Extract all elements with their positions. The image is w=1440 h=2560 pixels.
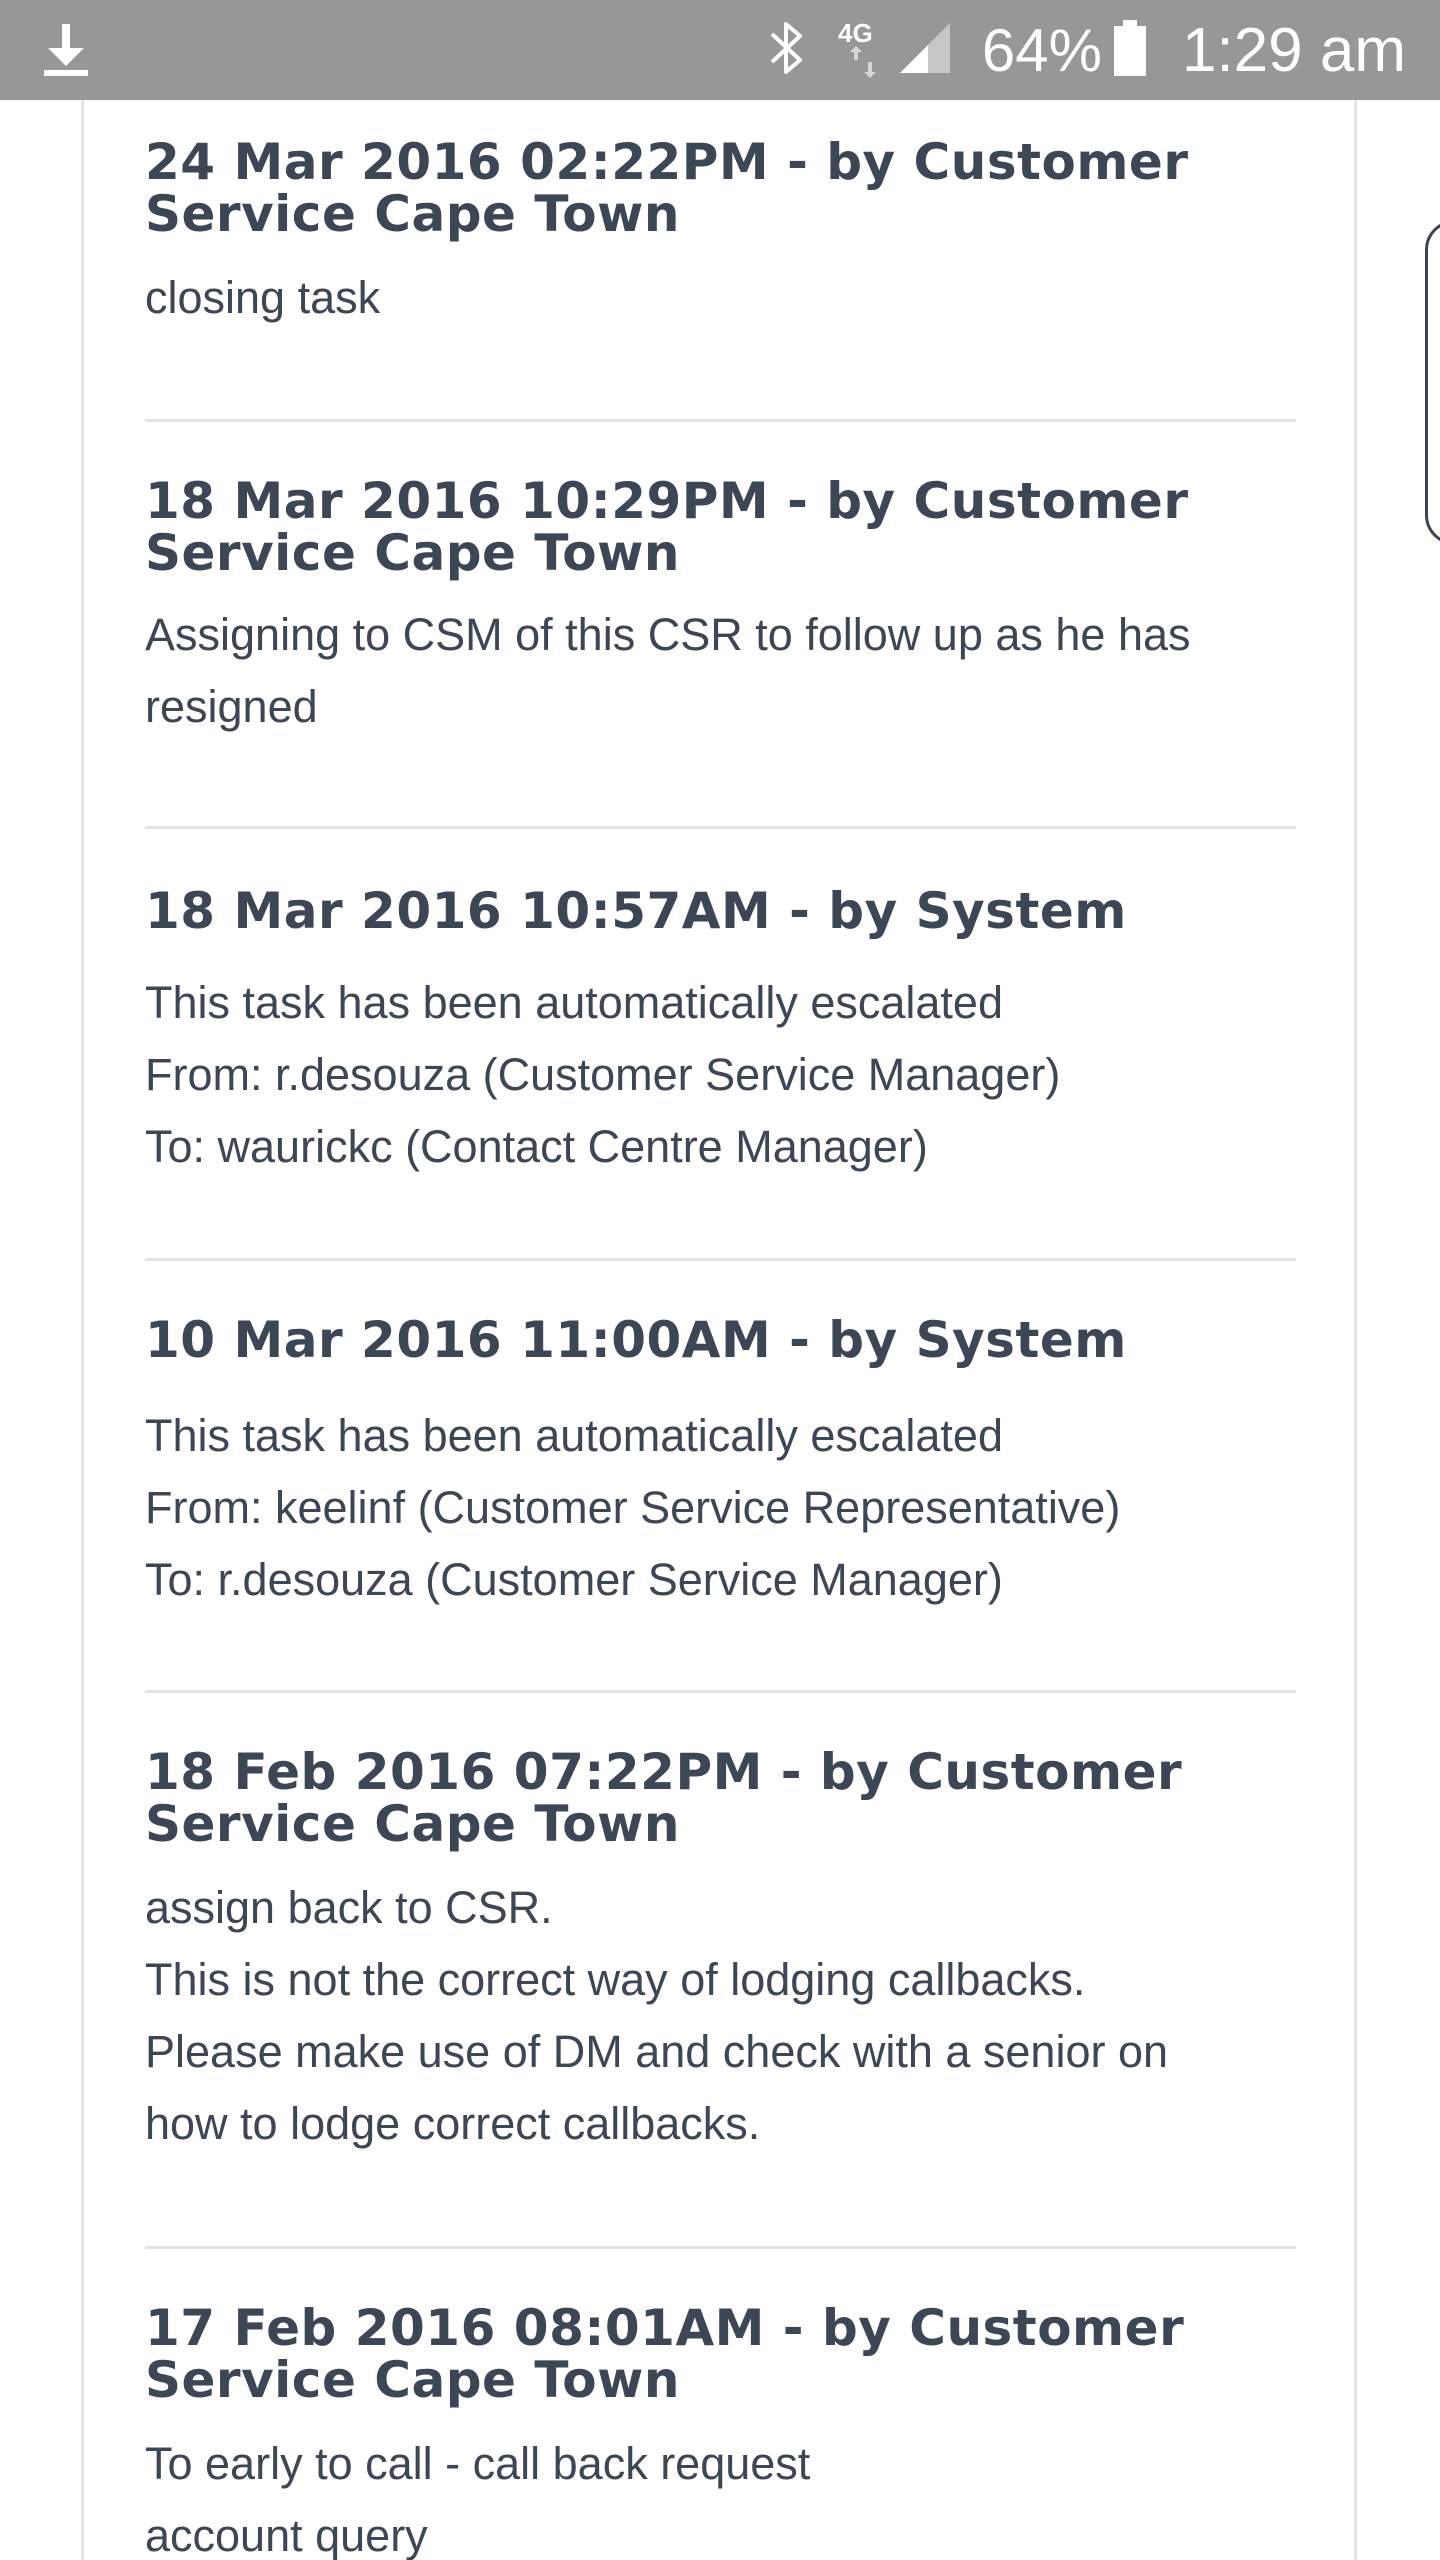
- history-entry: 10 Mar 2016 11:00AM - by System This tas…: [145, 1314, 1296, 1616]
- entry-header: 10 Mar 2016 11:00AM - by System: [145, 1314, 1296, 1366]
- entry-body-line: account query: [145, 2510, 428, 2560]
- entry-body-line: From: keelinf (Customer Service Represen…: [145, 1482, 1121, 1533]
- entry-body-line: To early to call - call back request: [145, 2438, 811, 2489]
- entry-body: This task has been automatically escalat…: [145, 1400, 1296, 1616]
- entry-body-line: resigned: [145, 681, 318, 732]
- bluetooth-icon: [764, 18, 810, 83]
- entry-header-line: Service Cape Town: [145, 1795, 680, 1853]
- entry-body-line: This task has been automatically escalat…: [145, 1410, 1003, 1461]
- entry-header-line: 24 Mar 2016 02:22PM - by Customer: [145, 133, 1189, 191]
- entry-body: assign back to CSR. This is not the corr…: [145, 1872, 1296, 2160]
- entry-body: closing task: [145, 262, 1296, 334]
- entry-header: 24 Mar 2016 02:22PM - by Customer Servic…: [145, 136, 1296, 240]
- entry-header-line: Service Cape Town: [145, 524, 680, 582]
- entry-body: Assigning to CSM of this CSR to follow u…: [145, 599, 1296, 743]
- entry-body-line: Please make use of DM and check with a s…: [145, 2026, 1169, 2077]
- entry-body-line: Assigning to CSM of this CSR to follow u…: [145, 609, 1191, 660]
- entry-body-line: This is not the correct way of lodging c…: [145, 1954, 1086, 2005]
- status-time: 1:29 am: [1181, 15, 1406, 85]
- download-icon: [40, 22, 92, 78]
- battery-percent: 64%: [981, 16, 1102, 84]
- entry-body-line: From: r.desouza (Customer Service Manage…: [145, 1049, 1061, 1100]
- history-entry: 18 Mar 2016 10:57AM - by System This tas…: [145, 885, 1296, 1183]
- network-label: 4G: [838, 18, 873, 48]
- side-drawer-handle[interactable]: [1425, 220, 1440, 545]
- entry-divider: [145, 2246, 1296, 2249]
- entry-header: 18 Mar 2016 10:57AM - by System: [145, 885, 1296, 937]
- entry-header: 18 Feb 2016 07:22PM - by Customer Servic…: [145, 1746, 1296, 1850]
- entry-body-line: how to lodge correct callbacks.: [145, 2098, 761, 2149]
- entry-header-line: Service Cape Town: [145, 2351, 680, 2409]
- entry-header-line: 17 Feb 2016 08:01AM - by Customer: [145, 2299, 1185, 2357]
- entry-body-line: closing task: [145, 272, 381, 323]
- entry-body: To early to call - call back request acc…: [145, 2428, 1296, 2560]
- entry-body-line: To: waurickc (Contact Centre Manager): [145, 1121, 928, 1172]
- entry-body: This task has been automatically escalat…: [145, 967, 1296, 1183]
- entry-header: 18 Mar 2016 10:29PM - by Customer Servic…: [145, 475, 1296, 579]
- task-history-page[interactable]: 24 Mar 2016 02:22PM - by Customer Servic…: [0, 100, 1440, 2560]
- entry-header-line: 18 Mar 2016 10:57AM - by System: [145, 882, 1127, 940]
- entry-header: 17 Feb 2016 08:01AM - by Customer Servic…: [145, 2302, 1296, 2406]
- entry-divider: [145, 826, 1296, 829]
- history-entry: 18 Mar 2016 10:29PM - by Customer Servic…: [145, 475, 1296, 743]
- entry-header-line: Service Cape Town: [145, 185, 680, 243]
- entry-divider: [145, 1258, 1296, 1261]
- status-icons: 4G 64% 1:29 am: [764, 0, 1406, 100]
- status-bar: 4G 64% 1:29 am: [0, 0, 1440, 100]
- entry-divider: [145, 1690, 1296, 1693]
- entry-header-line: 18 Mar 2016 10:29PM - by Customer: [145, 472, 1189, 530]
- network-4g-icon: 4G: [834, 16, 884, 85]
- entry-body-line: To: r.desouza (Customer Service Manager): [145, 1554, 1003, 1605]
- history-entry: 18 Feb 2016 07:22PM - by Customer Servic…: [145, 1746, 1296, 2160]
- battery-icon: [1112, 18, 1148, 83]
- history-entry: 24 Mar 2016 02:22PM - by Customer Servic…: [145, 136, 1296, 334]
- history-entry: 17 Feb 2016 08:01AM - by Customer Servic…: [145, 2302, 1296, 2560]
- entry-body-line: This task has been automatically escalat…: [145, 977, 1003, 1028]
- entry-divider: [145, 419, 1296, 422]
- entry-header-line: 10 Mar 2016 11:00AM - by System: [145, 1311, 1127, 1369]
- entry-body-line: assign back to CSR.: [145, 1882, 553, 1933]
- signal-icon: [898, 21, 952, 80]
- entry-header-line: 18 Feb 2016 07:22PM - by Customer: [145, 1743, 1183, 1801]
